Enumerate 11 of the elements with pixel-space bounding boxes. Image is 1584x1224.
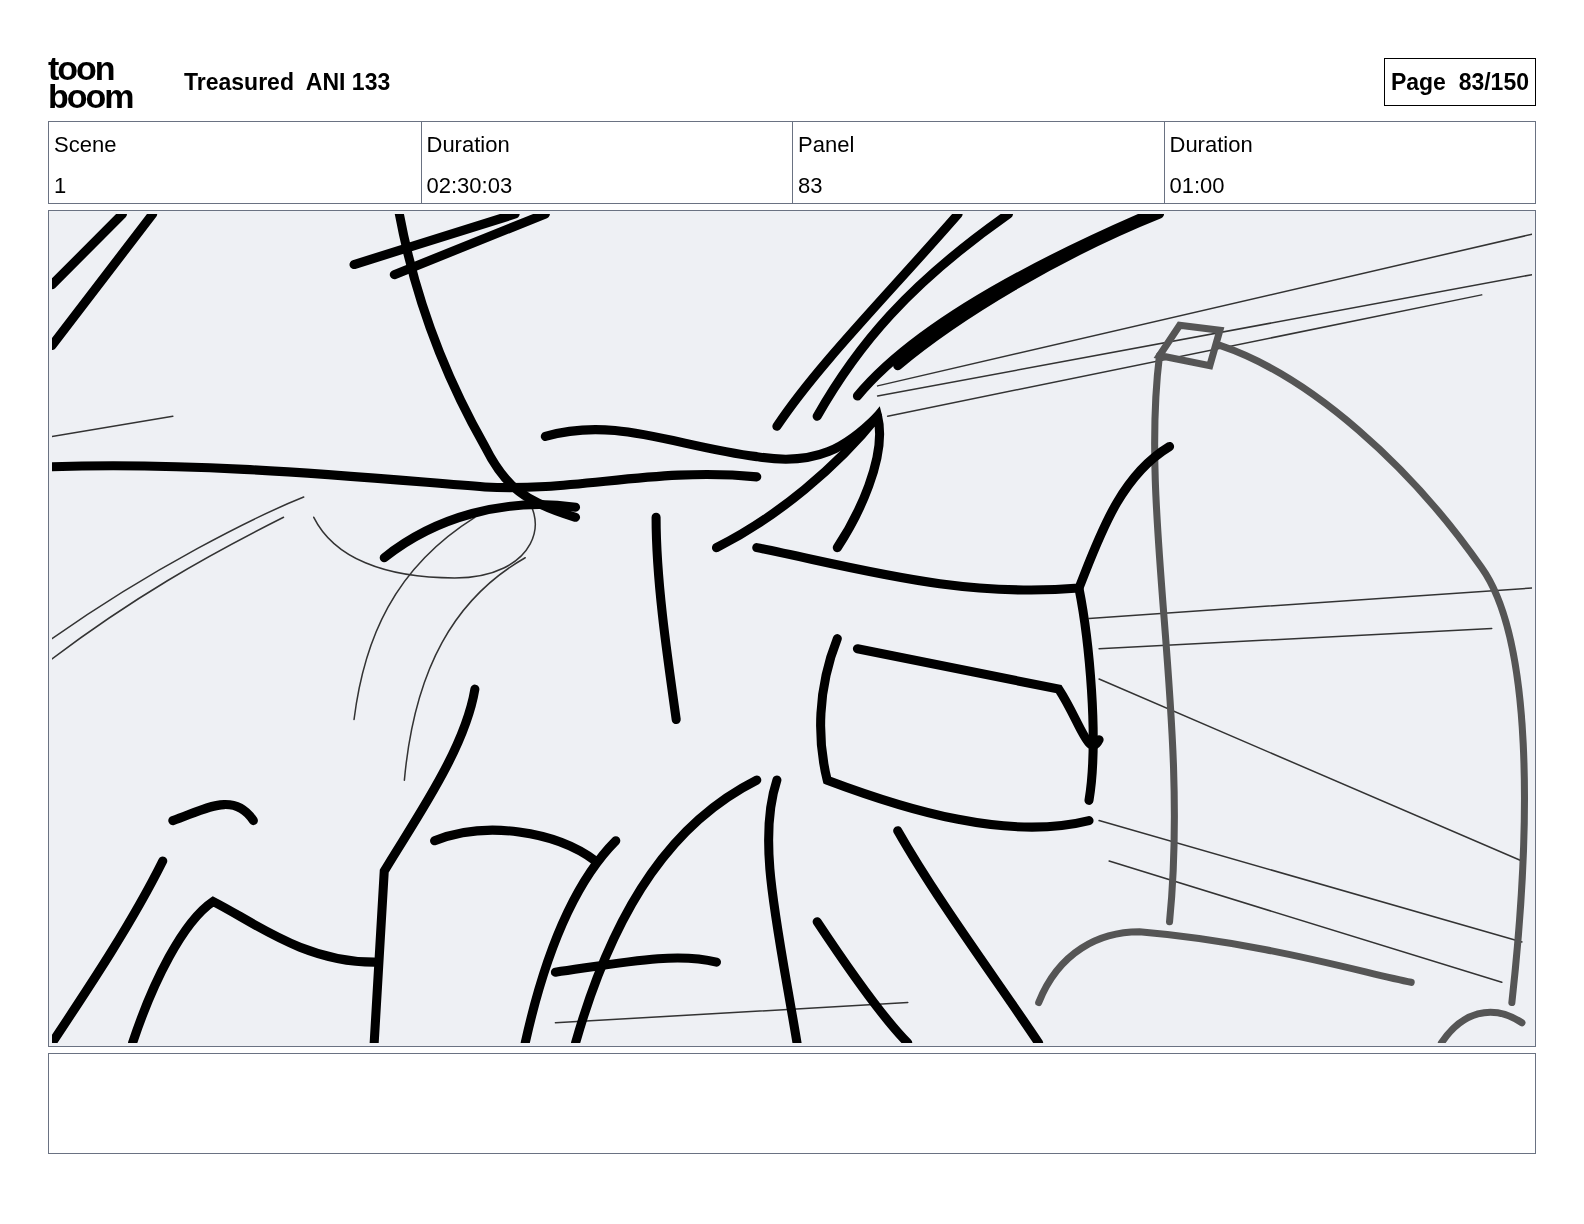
info-value: 83 <box>798 172 824 200</box>
info-label: Duration <box>1169 131 1254 159</box>
info-label: Panel <box>798 131 856 159</box>
info-label: Duration <box>426 131 511 159</box>
info-value: 02:30:03 <box>426 172 514 200</box>
info-label: Scene <box>54 131 118 159</box>
document-title: Treasured ANI 133 <box>184 67 391 97</box>
info-value: 1 <box>54 172 68 200</box>
info-value: 01:00 <box>1169 172 1226 200</box>
logo: toon boom <box>48 54 134 110</box>
page-number: Page 83/150 <box>1383 57 1536 107</box>
